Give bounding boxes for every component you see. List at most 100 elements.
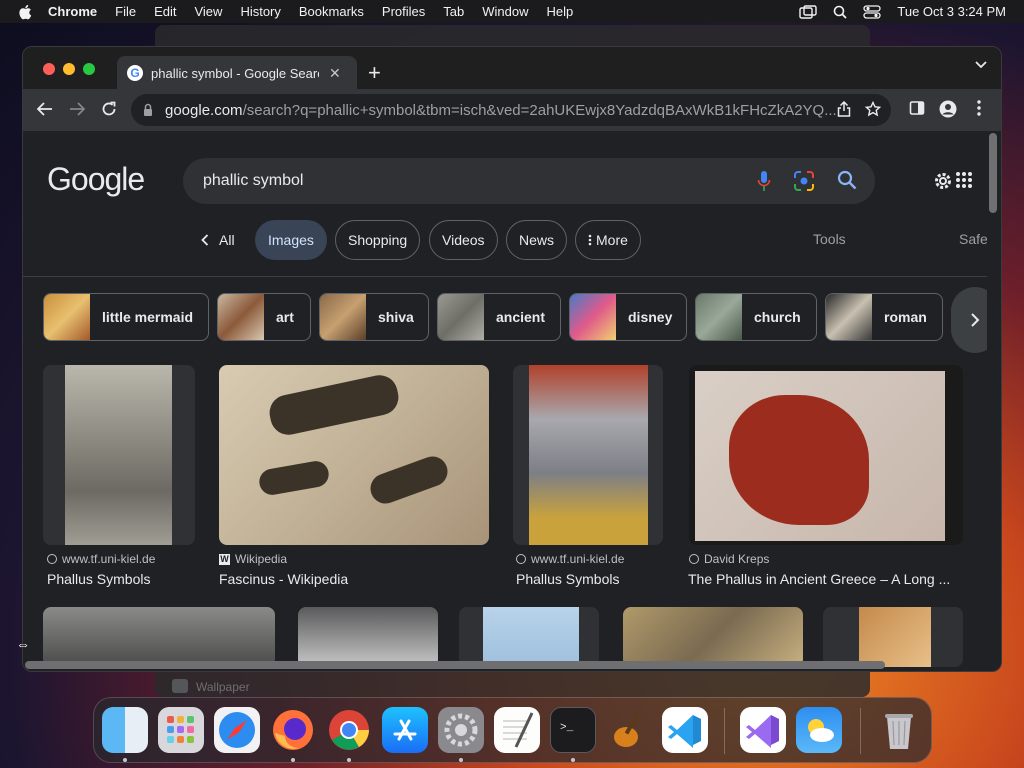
lock-icon[interactable] [143,103,153,117]
chevron-right-icon [971,313,980,327]
result-image[interactable] [689,365,963,545]
dock-separator [724,708,725,754]
related-label: art [276,309,294,325]
search-box[interactable]: phallic symbol [183,158,875,204]
result-source[interactable]: www.tf.uni-kiel.de [516,552,624,566]
reload-icon[interactable] [101,101,117,117]
finder-icon[interactable] [102,707,148,753]
horizontal-scrollbar[interactable] [25,661,885,669]
chevron-down-icon[interactable] [975,61,987,69]
result-caption[interactable]: Phallus Symbols [516,571,666,587]
kebab-menu-icon[interactable] [977,100,981,116]
related-thumb [570,294,616,340]
header-divider [23,276,987,277]
browser-tab[interactable]: G phallic symbol - Google Search ✕ [117,56,357,90]
trash-icon[interactable] [876,707,922,753]
result-image[interactable] [623,607,803,667]
safari-icon[interactable] [214,707,260,753]
menu-tab[interactable]: Tab [443,4,464,19]
side-panel-icon[interactable] [909,100,925,116]
related-thumb [320,294,366,340]
spotlight-search-icon[interactable] [833,5,848,19]
related-chip-little-mermaid[interactable]: little mermaid [43,293,209,341]
menu-bookmarks[interactable]: Bookmarks [299,4,364,19]
result-image[interactable] [513,365,663,545]
bookmark-star-icon[interactable] [865,101,881,117]
filter-videos[interactable]: Videos [429,220,498,260]
menu-view[interactable]: View [194,4,222,19]
filter-shopping[interactable]: Shopping [335,220,421,260]
address-bar[interactable]: google.com/search?q=phallic+symbol&tbm=i… [131,94,891,126]
share-icon[interactable] [837,101,851,117]
profile-avatar-icon[interactable] [939,100,957,118]
system-settings-icon[interactable] [438,707,484,753]
related-next-button[interactable] [951,287,987,353]
filter-images[interactable]: Images [255,220,327,260]
result-image[interactable] [219,365,489,545]
result-caption[interactable]: Phallus Symbols [47,571,197,587]
safesearch-button[interactable]: Safe [959,231,987,247]
visual-studio-icon[interactable] [740,707,786,753]
related-chip-roman[interactable]: roman [825,293,943,341]
back-arrow-icon[interactable] [37,101,53,117]
related-chip-church[interactable]: church [695,293,817,341]
filter-news[interactable]: News [506,220,568,260]
vertical-scrollbar[interactable] [989,133,997,213]
zoom-window-button[interactable] [83,63,95,75]
search-icon[interactable] [837,170,857,190]
search-query[interactable]: phallic symbol [203,172,303,190]
filter-all[interactable]: All [189,220,247,260]
control-center-icon[interactable] [863,4,882,19]
terminal-icon[interactable]: >_ [550,707,596,753]
chrome-icon[interactable] [326,707,372,753]
menu-history[interactable]: History [240,4,280,19]
result-caption[interactable]: The Phallus in Ancient Greece – A Long .… [688,571,963,587]
related-chip-disney[interactable]: disney [569,293,687,341]
firefox-icon[interactable] [270,707,316,753]
related-chip-ancient[interactable]: ancient [437,293,561,341]
gear-icon[interactable] [933,171,953,191]
close-tab-icon[interactable]: ✕ [329,65,341,82]
menu-file[interactable]: File [115,4,136,19]
result-caption[interactable]: Fascinus - Wikipedia [219,571,489,587]
result-image[interactable] [459,607,599,667]
result-source[interactable]: www.tf.uni-kiel.de [47,552,155,566]
related-chip-shiva[interactable]: shiva [319,293,429,341]
result-image[interactable] [43,607,275,667]
apps-grid-icon[interactable] [955,171,973,189]
wallpaper-icon [172,679,188,693]
result-source[interactable]: W Wikipedia [219,552,287,566]
result-source[interactable]: David Kreps [689,552,769,566]
launchpad-icon[interactable] [158,707,204,753]
menu-help[interactable]: Help [547,4,574,19]
clock[interactable]: Tue Oct 3 3:24 PM [897,4,1006,19]
tools-button[interactable]: Tools [813,231,846,247]
forward-arrow-icon[interactable] [69,101,85,117]
running-indicator [571,758,575,762]
google-logo[interactable]: Google [47,161,145,198]
screen-mirroring-icon[interactable] [799,4,818,19]
vscode-icon[interactable] [662,707,708,753]
garageband-icon[interactable] [606,707,652,753]
filter-more[interactable]: More [575,220,641,260]
textedit-icon[interactable] [494,707,540,753]
weather-icon[interactable] [796,707,842,753]
app-store-icon[interactable] [382,707,428,753]
related-label: church [754,309,801,325]
microphone-icon[interactable] [757,170,771,192]
menu-edit[interactable]: Edit [154,4,176,19]
related-chip-art[interactable]: art [217,293,311,341]
new-tab-icon[interactable]: + [368,60,381,86]
lens-camera-icon[interactable] [793,170,815,192]
menu-window[interactable]: Window [482,4,528,19]
result-image[interactable] [298,607,438,667]
menu-profiles[interactable]: Profiles [382,4,425,19]
menu-app-name[interactable]: Chrome [48,4,97,19]
minimize-window-button[interactable] [63,63,75,75]
close-window-button[interactable] [43,63,55,75]
result-image[interactable] [823,607,963,667]
svg-text:>_: >_ [560,722,574,734]
apple-icon[interactable] [18,4,32,20]
result-image[interactable] [43,365,195,545]
filter-news-label: News [519,232,555,248]
